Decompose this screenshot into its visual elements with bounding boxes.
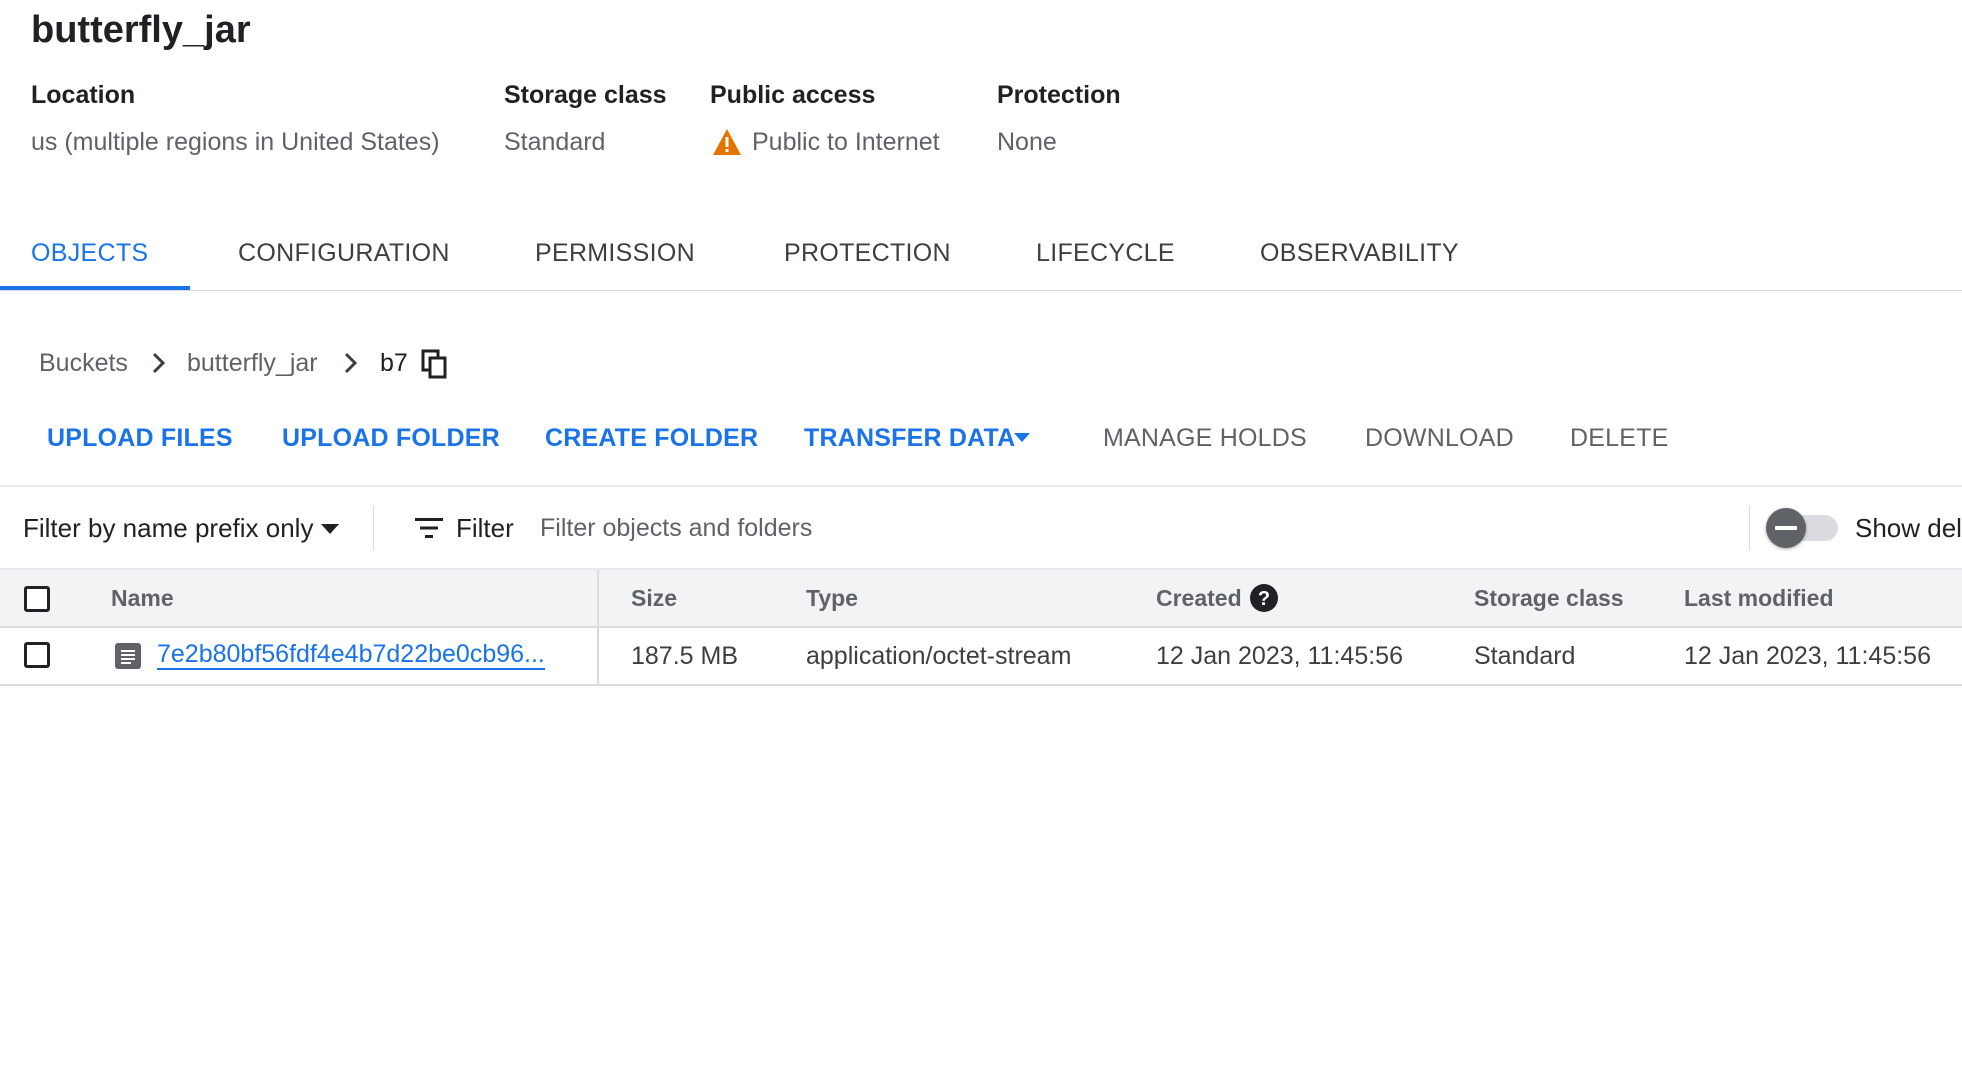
- chevron-right-icon: [344, 352, 358, 374]
- object-size: 187.5 MB: [631, 642, 739, 670]
- header-divider: [0, 626, 1962, 628]
- tab-protection[interactable]: PROTECTION: [784, 238, 951, 268]
- tab-objects[interactable]: OBJECTS: [31, 238, 148, 268]
- column-header-name[interactable]: Name: [111, 583, 174, 613]
- location-value: us (multiple regions in United States): [31, 128, 440, 156]
- bucket-details-page: butterfly_jar Location us (multiple regi…: [0, 0, 1962, 1080]
- file-icon: [115, 643, 141, 669]
- column-resize-divider[interactable]: [597, 570, 599, 686]
- object-type: application/octet-stream: [806, 642, 1072, 670]
- chevron-right-icon: [152, 352, 166, 374]
- column-header-storage-class[interactable]: Storage class: [1474, 583, 1624, 613]
- table-top-divider: [0, 568, 1962, 570]
- download-button[interactable]: DOWNLOAD: [1365, 422, 1514, 454]
- active-tab-indicator: [0, 286, 190, 290]
- warning-icon: [713, 129, 741, 155]
- tab-lifecycle[interactable]: LIFECYCLE: [1036, 238, 1175, 268]
- filter-label: Filter: [456, 513, 514, 543]
- row-divider: [0, 684, 1962, 686]
- select-all-checkbox[interactable]: [24, 586, 50, 612]
- show-deleted-label: Show del: [1855, 513, 1962, 543]
- column-header-size[interactable]: Size: [631, 583, 677, 613]
- object-storage-class: Standard: [1474, 642, 1576, 670]
- upload-folder-button[interactable]: UPLOAD FOLDER: [282, 422, 500, 454]
- help-icon[interactable]: ?: [1249, 583, 1279, 613]
- filter-separator: [373, 505, 374, 551]
- protection-label: Protection: [997, 81, 1121, 109]
- bucket-title: butterfly_jar: [31, 9, 251, 51]
- filter-input[interactable]: [540, 508, 1740, 548]
- public-access-value: Public to Internet: [752, 128, 940, 156]
- protection-value: None: [997, 128, 1057, 156]
- minus-icon: [1775, 526, 1797, 530]
- filter-icon: [415, 518, 443, 538]
- row-checkbox[interactable]: [24, 642, 50, 668]
- action-bar-divider: [0, 485, 1962, 487]
- object-last-modified: 12 Jan 2023, 11:45:56: [1684, 642, 1931, 670]
- breadcrumb-bucket[interactable]: butterfly_jar: [187, 348, 318, 378]
- toggle-separator: [1749, 505, 1750, 551]
- tab-observability[interactable]: OBSERVABILITY: [1260, 238, 1459, 268]
- storage-class-value: Standard: [504, 128, 606, 156]
- table-header: [0, 570, 1962, 626]
- object-created: 12 Jan 2023, 11:45:56: [1156, 642, 1403, 670]
- transfer-data-button[interactable]: TRANSFER DATA: [804, 422, 1015, 454]
- breadcrumb-buckets[interactable]: Buckets: [39, 348, 128, 378]
- tabs-divider: [0, 290, 1962, 291]
- breadcrumb-current-folder: b7: [380, 349, 408, 377]
- storage-class-label: Storage class: [504, 81, 667, 109]
- column-header-last-modified[interactable]: Last modified: [1684, 583, 1834, 613]
- copy-icon[interactable]: [420, 349, 450, 379]
- filter-mode-select[interactable]: Filter by name prefix only: [23, 512, 313, 544]
- delete-button[interactable]: DELETE: [1570, 422, 1668, 454]
- svg-text:?: ?: [1258, 588, 1270, 610]
- object-name-link[interactable]: 7e2b80bf56fdf4e4b7d22be0cb96...: [157, 640, 545, 670]
- location-label: Location: [31, 81, 136, 109]
- manage-holds-button[interactable]: MANAGE HOLDS: [1103, 422, 1307, 454]
- public-access-label: Public access: [710, 81, 876, 109]
- dropdown-caret-icon[interactable]: [1013, 432, 1031, 444]
- create-folder-button[interactable]: CREATE FOLDER: [545, 422, 758, 454]
- tab-configuration[interactable]: CONFIGURATION: [238, 238, 450, 268]
- upload-files-button[interactable]: UPLOAD FILES: [47, 422, 233, 454]
- column-header-created[interactable]: Created: [1156, 583, 1242, 613]
- tab-permission[interactable]: PERMISSION: [535, 238, 695, 268]
- column-header-type[interactable]: Type: [806, 583, 858, 613]
- dropdown-caret-icon[interactable]: [320, 523, 340, 535]
